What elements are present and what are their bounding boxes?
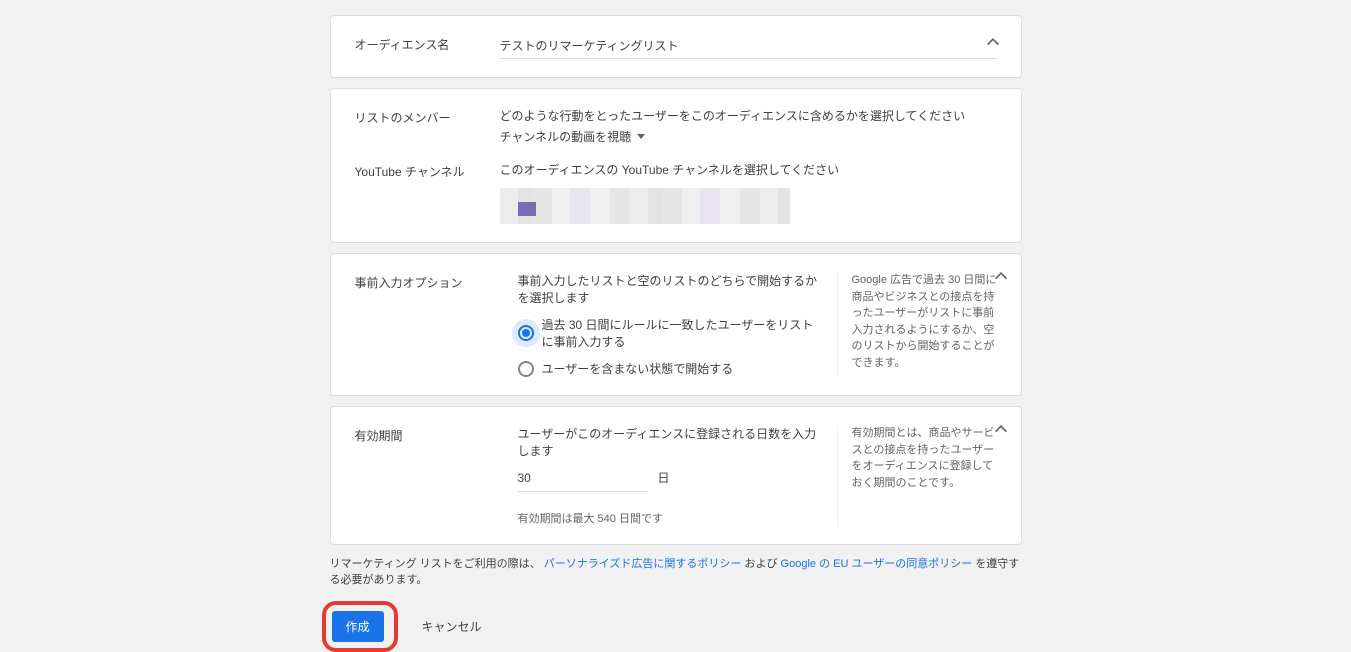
- policy-link-eu-consent[interactable]: Google の EU ユーザーの同意ポリシー: [781, 558, 973, 570]
- youtube-channel-selector-blurred[interactable]: [500, 188, 790, 224]
- policy-link-personalized-ads[interactable]: パーソナライズド広告に関するポリシー: [544, 558, 742, 570]
- duration-input[interactable]: [518, 469, 648, 492]
- create-button-highlight: 作成: [322, 601, 398, 652]
- audience-name-card: オーディエンス名: [330, 15, 1022, 78]
- prefill-side-help: Google 広告で過去 30 日間に商品やビジネスとの接点を持ったユーザーがリ…: [852, 272, 997, 371]
- chevron-down-icon: [637, 134, 645, 139]
- duration-helper: 有効期間は最大 540 日間です: [518, 510, 819, 526]
- list-members-helptext: どのような行動をとったユーザーをこのオーディエンスに含めるかを選択してください: [500, 107, 997, 124]
- duration-card: 有効期間 ユーザーがこのオーディエンスに登録される日数を入力します 日 有効期間…: [330, 406, 1022, 545]
- duration-label: 有効期間: [355, 425, 500, 526]
- youtube-channel-helptext: このオーディエンスの YouTube チャンネルを選択してください: [500, 161, 997, 178]
- create-button[interactable]: 作成: [332, 611, 384, 642]
- duration-side-help: 有効期間とは、商品やサービスとの接点を持ったユーザーをオーディエンスに登録してお…: [852, 425, 997, 491]
- audience-name-label: オーディエンス名: [355, 34, 500, 53]
- prefill-radio-empty[interactable]: [518, 361, 534, 377]
- policy-prefix: リマーケティング リストをご利用の際は、: [330, 558, 541, 570]
- duration-unit: 日: [658, 469, 670, 486]
- cancel-button[interactable]: キャンセル: [422, 618, 482, 635]
- prefill-options-card: 事前入力オプション 事前入力したリストと空のリストのどちらで開始するかを選択しま…: [330, 253, 1022, 396]
- collapse-toggle-icon[interactable]: [995, 272, 1007, 280]
- duration-helptext: ユーザーがこのオーディエンスに登録される日数を入力します: [518, 425, 819, 459]
- list-members-dropdown-value: チャンネルの動画を視聴: [500, 128, 632, 145]
- policy-mid: および: [744, 558, 777, 570]
- list-members-card: リストのメンバー どのような行動をとったユーザーをこのオーディエンスに含めるかを…: [330, 88, 1022, 243]
- policy-notice: リマーケティング リストをご利用の際は、 パーソナライズド広告に関するポリシー …: [330, 555, 1022, 587]
- prefill-label: 事前入力オプション: [355, 272, 500, 377]
- collapse-toggle-icon[interactable]: [995, 425, 1007, 433]
- footer-actions: 作成 キャンセル: [330, 597, 1022, 652]
- prefill-helptext: 事前入力したリストと空のリストのどちらで開始するかを選択します: [518, 272, 819, 306]
- audience-name-input[interactable]: [500, 34, 997, 59]
- prefill-radio-prefill[interactable]: [518, 325, 534, 341]
- prefill-radio-prefill-label[interactable]: 過去 30 日間にルールに一致したユーザーをリストに事前入力する: [542, 316, 819, 350]
- list-members-label: リストのメンバー: [355, 107, 500, 126]
- prefill-radio-empty-label[interactable]: ユーザーを含まない状態で開始する: [542, 360, 734, 377]
- youtube-channel-label: YouTube チャンネル: [355, 161, 500, 180]
- list-members-dropdown[interactable]: チャンネルの動画を視聴: [500, 128, 646, 145]
